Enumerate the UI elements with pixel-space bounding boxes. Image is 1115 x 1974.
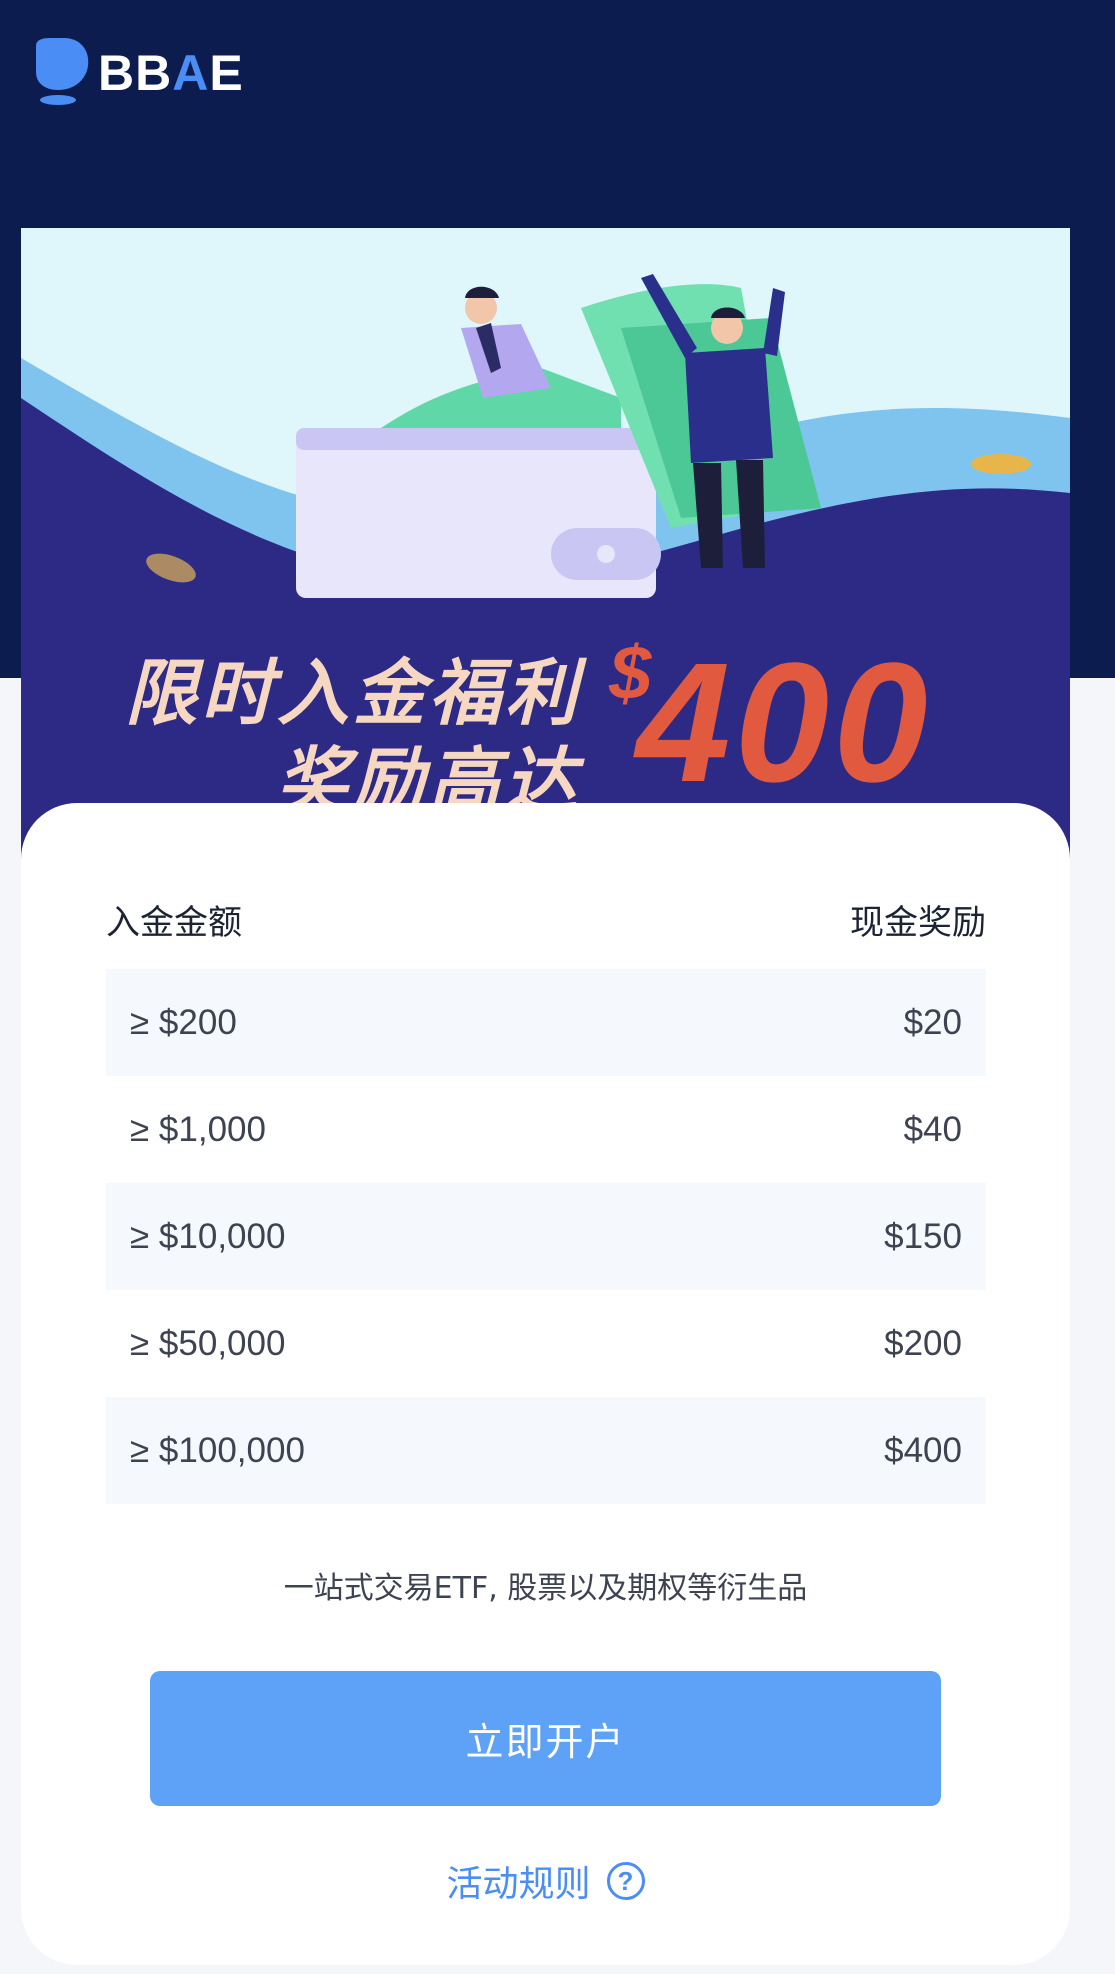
question-circle-icon[interactable]: ? bbox=[606, 1862, 645, 1900]
reward-card: 入金金额 现金奖励 ≥ $200 $20 ≥ $1,000 $40 ≥ $10,… bbox=[21, 803, 1070, 1965]
table-row: ≥ $50,000 $200 bbox=[106, 1290, 986, 1397]
deposit-amount: ≥ $10,000 bbox=[130, 1216, 286, 1256]
logo-wordmark: BBAE bbox=[98, 45, 244, 101]
activity-rules-label: 活动规则 bbox=[446, 1864, 591, 1905]
deposit-column-header: 入金金额 bbox=[106, 903, 242, 943]
promo-banner: 限时入金福利 奖励高达 $ 400 bbox=[21, 228, 1070, 868]
logo-mark-icon bbox=[36, 38, 89, 105]
deposit-amount: ≥ $200 bbox=[130, 1002, 237, 1042]
table-row: ≥ $1,000 $40 bbox=[106, 1076, 986, 1183]
table-row: ≥ $100,000 $400 bbox=[106, 1397, 986, 1504]
deposit-amount: ≥ $1,000 bbox=[130, 1109, 266, 1149]
reward-column-header: 现金奖励 bbox=[850, 903, 986, 943]
activity-rules-link[interactable]: 活动规则 ? bbox=[21, 1855, 1070, 1907]
reward-amount: $40 bbox=[903, 1109, 962, 1149]
reward-amount: $20 bbox=[903, 1002, 962, 1042]
table-row: ≥ $200 $20 bbox=[106, 969, 986, 1076]
product-tagline: 一站式交易ETF, 股票以及期权等衍生品 bbox=[283, 1571, 808, 1606]
open-account-button[interactable]: 立即开户 bbox=[150, 1671, 941, 1806]
reward-amount: $400 bbox=[884, 1430, 962, 1470]
table-row: ≥ $10,000 $150 bbox=[106, 1183, 986, 1290]
deposit-amount: ≥ $100,000 bbox=[130, 1430, 305, 1470]
coin-shape bbox=[971, 454, 1031, 474]
brand-logo[interactable]: BBAE bbox=[28, 38, 244, 108]
banner-reward-amount: 400 bbox=[636, 628, 932, 818]
reward-amount: $150 bbox=[884, 1216, 962, 1256]
reward-table: ≥ $200 $20 ≥ $1,000 $40 ≥ $10,000 $150 ≥… bbox=[106, 969, 986, 1504]
reward-table-header: 入金金额 现金奖励 bbox=[106, 895, 986, 944]
reward-amount: $200 bbox=[884, 1323, 962, 1363]
deposit-amount: ≥ $50,000 bbox=[130, 1323, 286, 1363]
